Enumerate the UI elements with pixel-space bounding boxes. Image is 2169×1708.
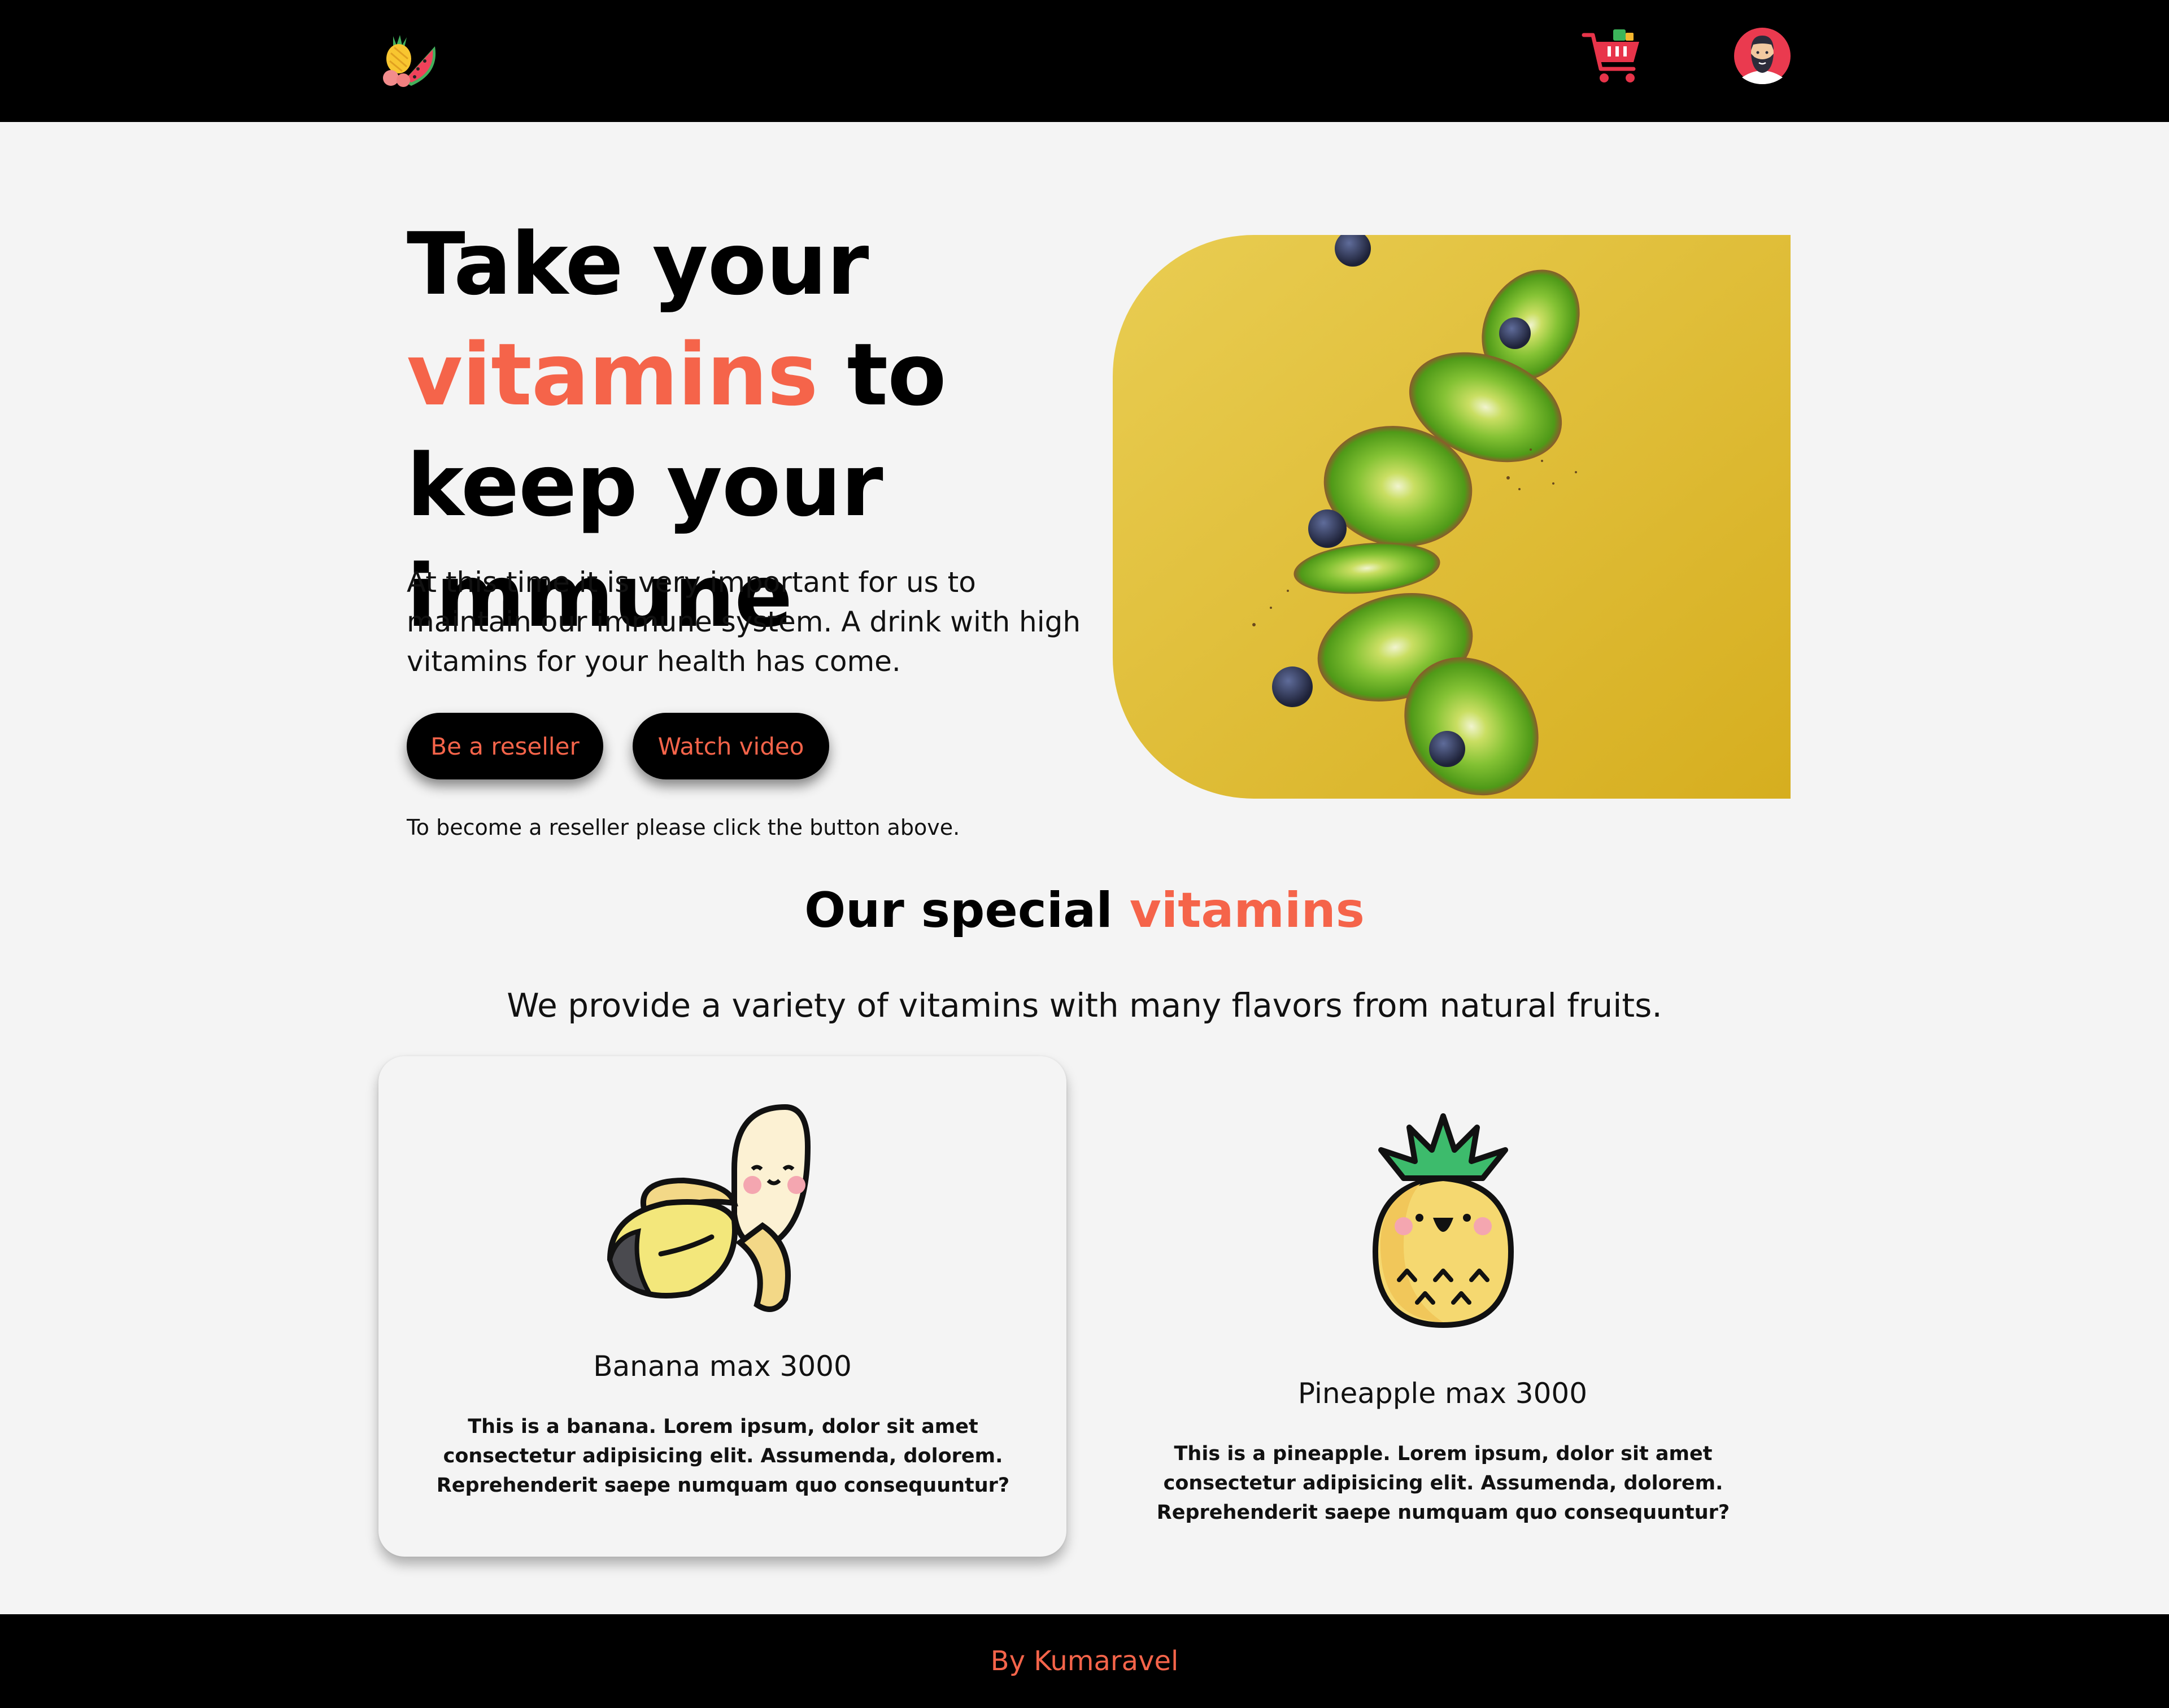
- bearded-man-avatar-icon[interactable]: [1734, 28, 1791, 84]
- hero-description: At this time it is very important for us…: [407, 566, 1081, 678]
- vitamin-card-pineapple[interactable]: Pineapple max 3000 This is a pineapple. …: [1099, 1056, 1787, 1557]
- fruit-logo-icon[interactable]: [376, 29, 438, 91]
- be-a-reseller-button[interactable]: Be a reseller: [407, 713, 603, 779]
- pineapple-icon: [1372, 1113, 1514, 1328]
- kiwi-hero-image: [1113, 235, 1791, 799]
- footer-credit: By Kumaravel: [990, 1645, 1179, 1677]
- watch-video-button[interactable]: Watch video: [633, 713, 829, 779]
- card-description-banana: This is a banana. Lorem ipsum, dolor sit…: [436, 1415, 1010, 1497]
- card-name-pineapple: Pineapple max 3000: [1297, 1377, 1588, 1410]
- vitamin-card-banana[interactable]: Banana max 3000 This is a banana. Lorem …: [378, 1056, 1066, 1557]
- reseller-note: To become a reseller please click the bu…: [407, 815, 960, 840]
- card-name-banana: Banana max 3000: [593, 1350, 852, 1383]
- shopping-cart-icon[interactable]: [1582, 27, 1644, 89]
- vitamins-title-accent: vitamins: [1129, 882, 1365, 939]
- banana-icon: [607, 1104, 811, 1312]
- vitamins-subtitle: We provide a variety of vitamins with ma…: [507, 986, 1662, 1025]
- vitamins-section-title: Our special vitamins: [0, 877, 2169, 944]
- footer: By Kumaravel: [0, 1614, 2169, 1708]
- hero-title-part1: Take your: [407, 214, 869, 314]
- hero-title-accent: vitamins: [407, 325, 818, 425]
- kiwi-slices-blueberries-photo: [1113, 235, 1791, 799]
- card-description-pineapple: This is a pineapple. Lorem ipsum, dolor …: [1156, 1443, 1730, 1524]
- vitamins-title-part1: Our special: [804, 882, 1130, 939]
- navbar: [0, 0, 2169, 122]
